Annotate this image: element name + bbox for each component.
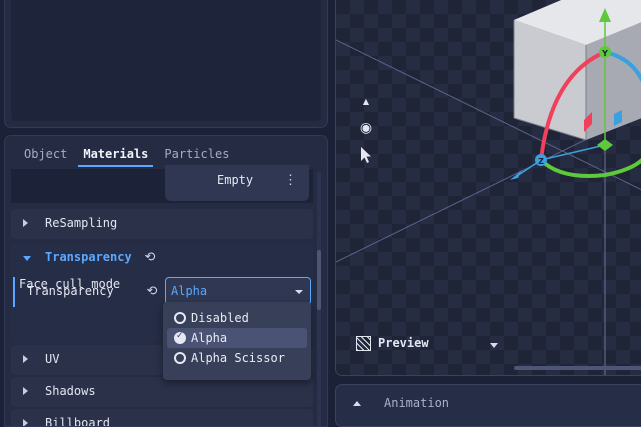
cursor-icon[interactable]: [356, 146, 376, 166]
option-label: Disabled: [191, 311, 249, 325]
materials-content: Empty ⋮ ReSampling Transparency ⟲ Transp…: [11, 165, 317, 427]
gizmo-y-rotation-arc: [539, 158, 641, 178]
radio-icon: [174, 312, 186, 324]
kebab-menu-icon[interactable]: ⋮: [284, 173, 297, 188]
select-value: Alpha: [171, 284, 208, 298]
option-label: Alpha: [191, 331, 228, 345]
option-disabled[interactable]: Disabled: [167, 308, 307, 328]
tab-materials[interactable]: Materials: [78, 139, 154, 169]
section-resampling[interactable]: ReSampling: [11, 209, 313, 239]
revert-icon[interactable]: ⟲: [145, 285, 159, 299]
transparency-header[interactable]: Transparency ⟲: [11, 243, 313, 273]
viewport-scene: Y Z: [336, 0, 641, 375]
inspector-scrollbar[interactable]: [317, 172, 321, 426]
gizmo-y-label: Y: [601, 49, 608, 58]
gizmo-z-label: Z: [538, 157, 544, 166]
viewport-scrollbar[interactable]: [514, 366, 641, 370]
radio-checked-icon: [174, 331, 186, 344]
triangle-up-icon[interactable]: ▲: [356, 92, 376, 112]
preview-label: Preview: [378, 336, 429, 350]
scrollbar-thumb[interactable]: [317, 250, 321, 310]
animation-panel[interactable]: Animation: [335, 384, 641, 427]
face-cull-mode-label: Face cull mode: [19, 277, 121, 291]
animation-label: Animation: [384, 396, 450, 410]
empty-material-button[interactable]: Empty ⋮: [165, 165, 309, 201]
material-slot-area: Empty ⋮: [11, 165, 313, 203]
chevron-up-icon[interactable]: [353, 401, 361, 406]
hatch-icon: [356, 336, 371, 351]
option-alpha[interactable]: Alpha: [167, 328, 307, 348]
inspector-panel: Object Materials Particles Empty ⋮ ReSam…: [4, 135, 328, 427]
section-label: UV: [45, 352, 60, 366]
app-root: Object Materials Particles Empty ⋮ ReSam…: [0, 0, 641, 427]
empty-material-label: Empty: [217, 173, 254, 187]
chevron-right-icon: [23, 419, 28, 426]
section-label: ReSampling: [45, 216, 118, 230]
gizmo-z-line: [540, 144, 606, 161]
chevron-down-icon[interactable]: [490, 343, 498, 348]
section-label: Billboard: [45, 416, 111, 427]
section-label: Transparency: [45, 250, 132, 264]
section-label: Shadows: [45, 384, 96, 398]
section-billboard[interactable]: Billboard: [11, 409, 313, 427]
gizmo-z-arrow: [510, 170, 522, 180]
scene-tree-area[interactable]: [11, 0, 321, 121]
chevron-right-icon: [23, 387, 28, 395]
chevron-down-icon: [295, 290, 303, 294]
revert-icon[interactable]: ⟲: [143, 251, 157, 265]
section-shadows[interactable]: Shadows: [11, 377, 313, 407]
3d-viewport[interactable]: Y Z ▲ ◉ Preview: [335, 0, 641, 376]
gizmo-y-plane-handle: [597, 139, 613, 151]
radio-icon: [174, 352, 186, 364]
transparency-dropdown: Disabled Alpha Alpha Scissor: [163, 302, 311, 380]
tab-object[interactable]: Object: [19, 139, 72, 169]
chevron-right-icon: [23, 219, 28, 227]
transparency-select[interactable]: Alpha: [165, 277, 311, 305]
option-label: Alpha Scissor: [191, 351, 285, 365]
option-alpha-scissor[interactable]: Alpha Scissor: [167, 348, 307, 368]
active-property-indicator: [13, 277, 15, 307]
chevron-down-icon: [23, 256, 31, 261]
eye-icon[interactable]: ◉: [356, 118, 376, 138]
chevron-right-icon: [23, 355, 28, 363]
scene-tree-panel: [4, 0, 328, 128]
